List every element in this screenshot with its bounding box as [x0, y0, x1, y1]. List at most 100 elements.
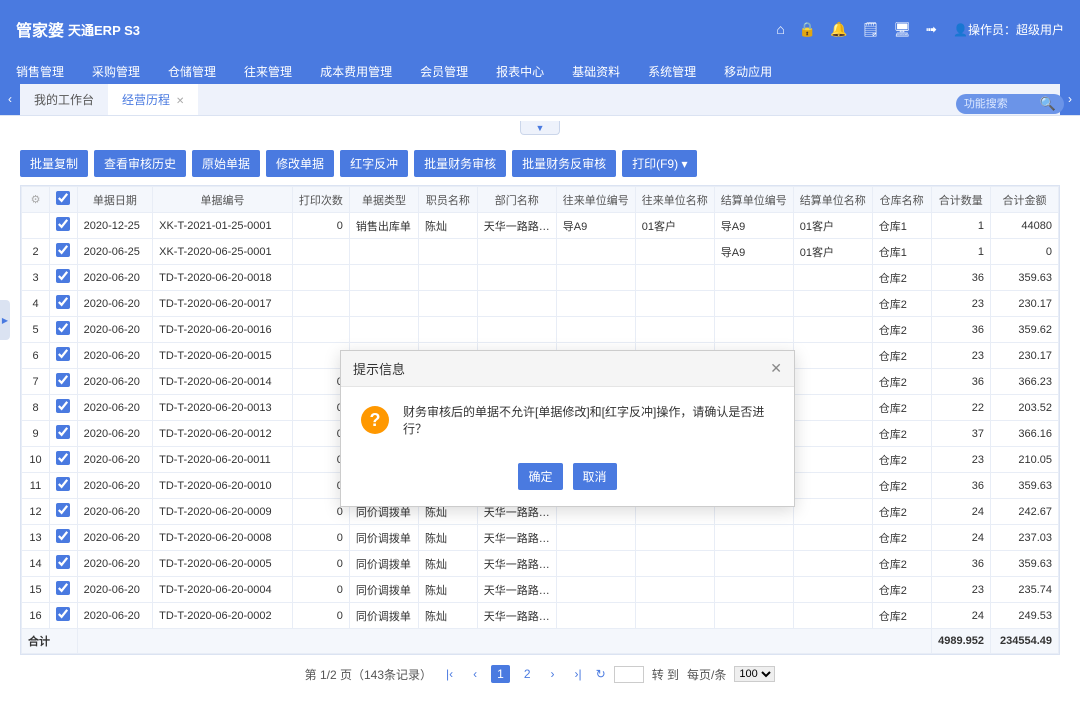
menu-basedata[interactable]: 基础资料 — [572, 63, 620, 80]
search-icon[interactable]: 🔍 — [1040, 96, 1056, 112]
table-row[interactable]: 162020-06-20TD-T-2020-06-20-00020同价调拨单陈灿… — [22, 603, 1059, 629]
refresh-button[interactable]: ↻ — [596, 667, 606, 681]
table-row[interactable]: 132020-06-20TD-T-2020-06-20-00080同价调拨单陈灿… — [22, 525, 1059, 551]
tab-scroll-left[interactable]: ‹ — [0, 83, 20, 115]
footer-label: 合计 — [22, 629, 78, 654]
function-search[interactable]: 🔍 — [956, 94, 1064, 114]
row-checkbox[interactable] — [56, 451, 70, 465]
row-checkbox[interactable] — [56, 607, 70, 621]
table-row[interactable]: 52020-06-20TD-T-2020-06-20-0016仓库236359.… — [22, 317, 1059, 343]
row-checkbox[interactable] — [56, 529, 70, 543]
row-checkbox[interactable] — [56, 217, 70, 231]
exit-icon[interactable]: ➟ — [925, 21, 937, 38]
col-type[interactable]: 单据类型 — [349, 187, 418, 213]
goto-page-input[interactable] — [614, 666, 644, 683]
col-unitname[interactable]: 往来单位名称 — [635, 187, 714, 213]
batch-copy-button[interactable]: 批量复制 — [20, 150, 88, 177]
row-checkbox[interactable] — [56, 503, 70, 517]
page-1[interactable]: 1 — [491, 665, 510, 683]
pagination: 第 1/2 页（143条记录） |‹ ‹ 1 2 › ›| ↻ 转 到 每页/条… — [20, 655, 1060, 693]
menu-system[interactable]: 系统管理 — [648, 63, 696, 80]
view-audit-history-button[interactable]: 查看审核历史 — [94, 150, 186, 177]
col-emp[interactable]: 职员名称 — [419, 187, 478, 213]
lock-icon[interactable]: 🔒 — [799, 21, 816, 38]
tab-history[interactable]: 经营历程✕ — [108, 82, 198, 115]
calc-icon[interactable]: 🖥 — [894, 21, 912, 38]
expand-toggle[interactable]: ▼ — [520, 121, 560, 135]
prev-page-button[interactable]: ‹ — [467, 665, 483, 683]
col-unitcode[interactable]: 往来单位编号 — [556, 187, 635, 213]
goto-label: 转 到 — [652, 666, 679, 683]
panel-expander: ▼ — [0, 116, 1080, 140]
tab-workbench[interactable]: 我的工作台 — [20, 84, 108, 115]
menu-report[interactable]: 报表中心 — [496, 63, 544, 80]
perpage-label: 每页/条 — [687, 666, 726, 683]
table-row[interactable]: 42020-06-20TD-T-2020-06-20-0017仓库223230.… — [22, 291, 1059, 317]
first-page-button[interactable]: |‹ — [440, 665, 459, 683]
close-icon[interactable]: ✕ — [176, 96, 184, 107]
select-all-checkbox[interactable] — [56, 191, 70, 205]
menu-cost[interactable]: 成本费用管理 — [320, 63, 392, 80]
table-row[interactable]: 142020-06-20TD-T-2020-06-20-00050同价调拨单陈灿… — [22, 551, 1059, 577]
page-2[interactable]: 2 — [518, 665, 537, 683]
modal-cancel-button[interactable]: 取消 — [573, 463, 617, 490]
col-amt[interactable]: 合计金额 — [991, 187, 1059, 213]
row-checkbox[interactable] — [56, 425, 70, 439]
print-button[interactable]: 打印(F9) — [622, 150, 697, 177]
header-icons: ⌂ 🔒 🔔 🗒 🖥 ➟ — [776, 21, 937, 38]
row-checkbox[interactable] — [56, 373, 70, 387]
batch-fin-audit-button[interactable]: 批量财务审核 — [414, 150, 506, 177]
perpage-select[interactable]: 100 — [734, 666, 775, 682]
footer-qty: 4989.952 — [931, 629, 991, 654]
gear-icon[interactable]: ⚙ — [31, 194, 41, 206]
col-settcode[interactable]: 结算单位编号 — [714, 187, 793, 213]
row-checkbox[interactable] — [56, 295, 70, 309]
col-dept[interactable]: 部门名称 — [477, 187, 556, 213]
operator-label: 👤操作员：超级用户 — [953, 21, 1064, 38]
row-checkbox[interactable] — [56, 269, 70, 283]
toolbar: 批量复制 查看审核历史 原始单据 修改单据 红字反冲 批量财务审核 批量财务反审… — [20, 150, 1060, 177]
bell-icon[interactable]: 🔔 — [830, 21, 847, 38]
row-checkbox[interactable] — [56, 347, 70, 361]
menu-sales[interactable]: 销售管理 — [16, 63, 64, 80]
col-code[interactable]: 单据编号 — [153, 187, 293, 213]
row-checkbox[interactable] — [56, 477, 70, 491]
search-input[interactable] — [964, 98, 1034, 110]
modal-close-button[interactable]: ✕ — [770, 360, 782, 377]
row-checkbox[interactable] — [56, 243, 70, 257]
menu-warehouse[interactable]: 仓储管理 — [168, 63, 216, 80]
table-row[interactable]: 32020-06-20TD-T-2020-06-20-0018仓库236359.… — [22, 265, 1059, 291]
note-icon[interactable]: 🗒 — [862, 21, 880, 38]
page-info: 第 1/2 页（143条记录） — [305, 666, 432, 683]
confirm-modal: 提示信息 ✕ ? 财务审核后的单据不允许[单据修改]和[红字反冲]操作，请确认是… — [340, 350, 795, 507]
menu-mobile[interactable]: 移动应用 — [724, 63, 772, 80]
next-page-button[interactable]: › — [545, 665, 561, 683]
col-prints[interactable]: 打印次数 — [292, 187, 349, 213]
row-checkbox[interactable] — [56, 399, 70, 413]
row-checkbox[interactable] — [56, 581, 70, 595]
menu-purchase[interactable]: 采购管理 — [92, 63, 140, 80]
modify-bill-button[interactable]: 修改单据 — [266, 150, 334, 177]
table-row[interactable]: 22020-06-25XK-T-2020-06-25-0001导A901客户仓库… — [22, 239, 1059, 265]
red-flush-button[interactable]: 红字反冲 — [340, 150, 408, 177]
menu-member[interactable]: 会员管理 — [420, 63, 468, 80]
col-qty[interactable]: 合计数量 — [931, 187, 991, 213]
modal-ok-button[interactable]: 确定 — [518, 463, 562, 490]
col-date[interactable]: 单据日期 — [77, 187, 153, 213]
row-checkbox[interactable] — [56, 555, 70, 569]
batch-fin-unaudit-button[interactable]: 批量财务反审核 — [512, 150, 616, 177]
table-row[interactable]: 2020-12-25XK-T-2021-01-25-00010销售出库单陈灿天华… — [22, 213, 1059, 239]
main-menu: 销售管理 采购管理 仓储管理 往来管理 成本费用管理 会员管理 报表中心 基础资… — [0, 58, 1080, 84]
app-logo: 管家婆 天通ERP S3 — [16, 17, 140, 41]
last-page-button[interactable]: ›| — [569, 665, 588, 683]
col-settname[interactable]: 结算单位名称 — [793, 187, 872, 213]
col-store[interactable]: 仓库名称 — [872, 187, 931, 213]
home-icon[interactable]: ⌂ — [776, 21, 784, 37]
footer-amt: 234554.49 — [991, 629, 1059, 654]
app-header: 管家婆 天通ERP S3 ⌂ 🔒 🔔 🗒 🖥 ➟ 👤操作员：超级用户 — [0, 0, 1080, 58]
original-bill-button[interactable]: 原始单据 — [192, 150, 260, 177]
modal-message: 财务审核后的单据不允许[单据修改]和[红字反冲]操作，请确认是否进行？ — [403, 403, 774, 437]
tab-bar: ‹ 我的工作台 经营历程✕ › — [0, 84, 1080, 116]
menu-ar[interactable]: 往来管理 — [244, 63, 292, 80]
row-checkbox[interactable] — [56, 321, 70, 335]
